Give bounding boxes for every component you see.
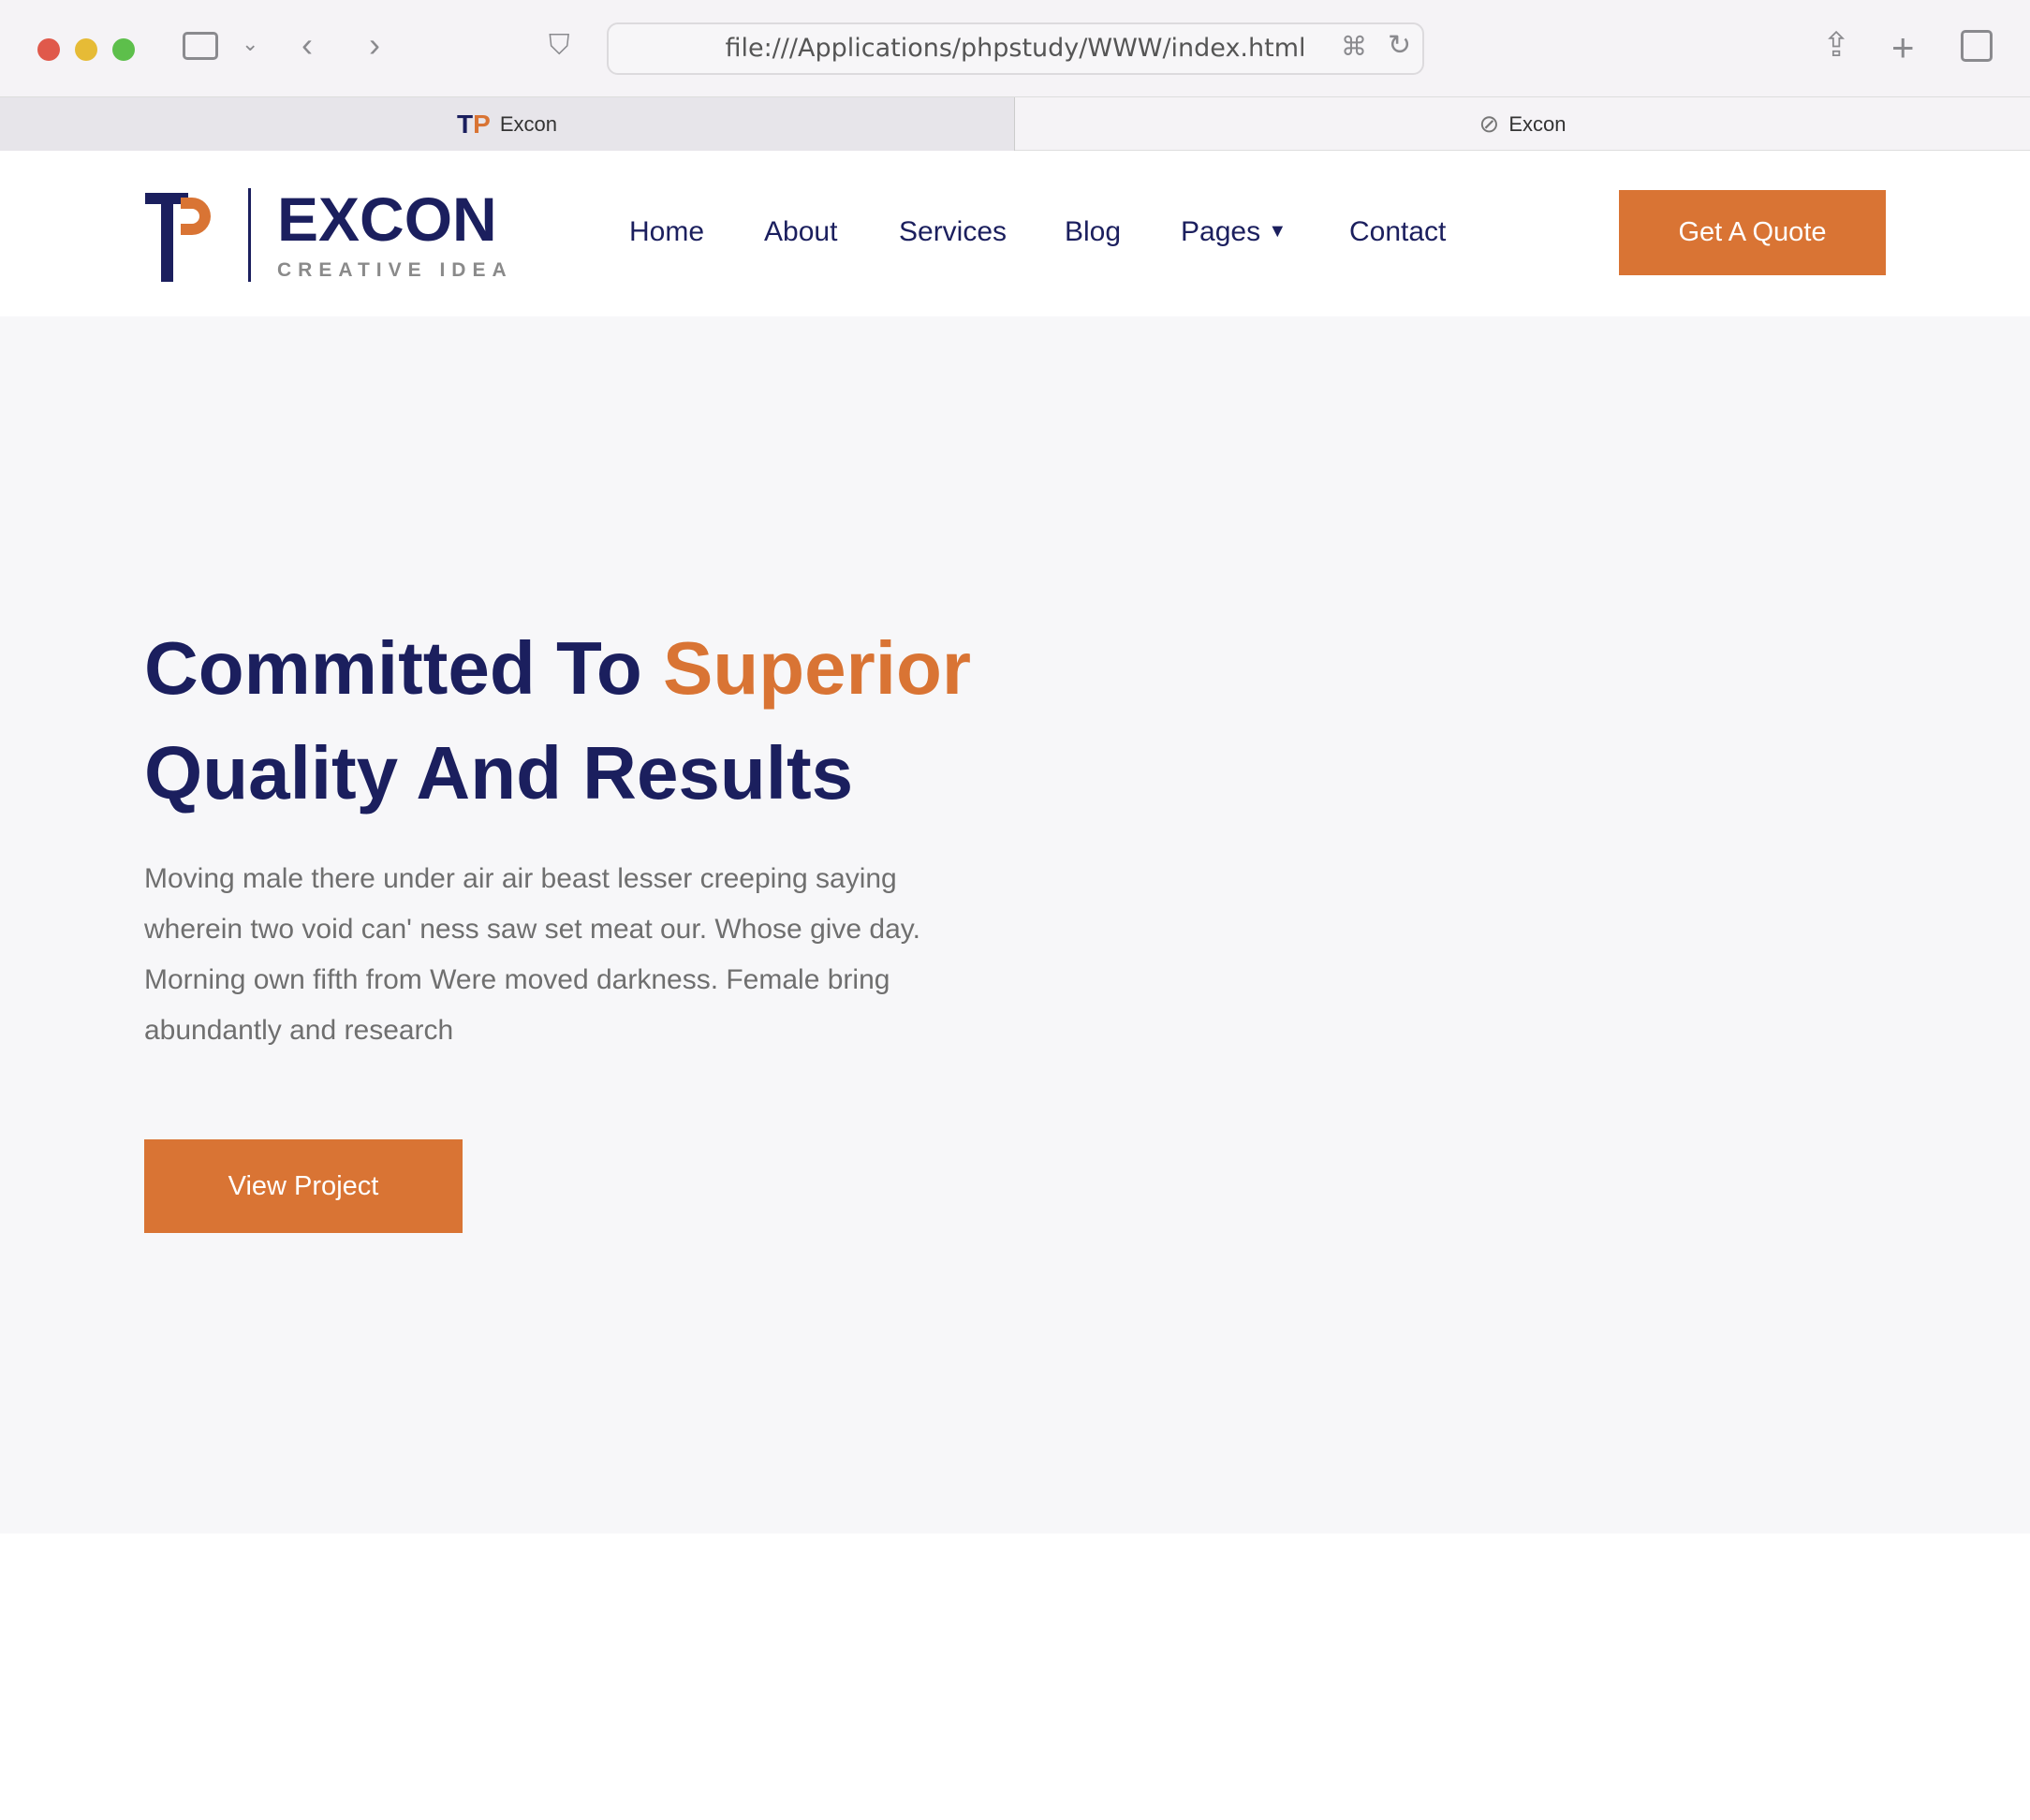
- hero-section: Committed To Superior Quality And Results…: [0, 316, 2030, 1534]
- reload-icon[interactable]: ↻: [1388, 32, 1411, 60]
- compass-icon: ⊘: [1478, 110, 1500, 138]
- hero-paragraph: Moving male there under air air beast le…: [144, 863, 920, 1046]
- tab-overview-icon[interactable]: [1961, 30, 1993, 62]
- title-accent: Superior: [663, 626, 971, 710]
- title-part: Committed To: [144, 626, 664, 710]
- site-logo[interactable]: EXCON CREATIVE IDEA: [143, 185, 513, 284]
- nav-pages[interactable]: Pages ▼: [1181, 216, 1287, 248]
- brand-name: EXCON: [277, 183, 497, 254]
- share-icon[interactable]: ⇪: [1822, 28, 1850, 62]
- tab-excon[interactable]: ⊘ Excon: [1015, 97, 2030, 151]
- caret-down-icon: ▼: [1268, 221, 1287, 242]
- nav-contact[interactable]: Contact: [1349, 216, 1446, 248]
- chevron-down-icon[interactable]: ⌄: [242, 34, 258, 54]
- view-project-button[interactable]: View Project: [144, 1139, 463, 1233]
- shield-icon[interactable]: ⛉: [549, 32, 570, 60]
- hero-title: Committed To Superior Quality And Results: [144, 616, 971, 826]
- tab-excon-active[interactable]: TP Excon: [0, 97, 1015, 151]
- back-icon[interactable]: ‹: [302, 28, 313, 62]
- minimize-window-button[interactable]: [75, 38, 97, 61]
- browser-toolbar: ⌄ ‹ › ⛉ file:///Applications/phpstudy/WW…: [0, 0, 2030, 97]
- favicon-logo-icon: TP: [457, 109, 491, 139]
- nav-blog[interactable]: Blog: [1065, 216, 1121, 248]
- nav-about[interactable]: About: [764, 216, 837, 248]
- nav-home[interactable]: Home: [629, 216, 704, 248]
- forward-icon[interactable]: ›: [369, 28, 380, 62]
- title-part: Quality And Results: [144, 731, 854, 815]
- tab-bar: TP Excon ⊘ Excon: [0, 97, 2030, 151]
- tab-title: Excon: [499, 111, 557, 136]
- close-window-button[interactable]: [37, 38, 60, 61]
- maximize-window-button[interactable]: [112, 38, 135, 61]
- sidebar-icon[interactable]: [183, 32, 218, 60]
- brand-tagline: CREATIVE IDEA: [277, 258, 513, 281]
- get-a-quote-button[interactable]: Get A Quote: [1619, 190, 1886, 275]
- url-text: file:///Applications/phpstudy/WWW/index.…: [725, 34, 1306, 63]
- site-header: EXCON CREATIVE IDEA Home About Services B…: [0, 151, 2030, 316]
- nav-services[interactable]: Services: [899, 216, 1007, 248]
- nav-pages-label: Pages: [1181, 216, 1261, 247]
- new-tab-icon[interactable]: +: [1891, 28, 1915, 67]
- logo-mark-icon: [145, 192, 211, 282]
- translate-icon[interactable]: ⌘: [1341, 34, 1367, 60]
- tab-title: Excon: [1508, 111, 1567, 136]
- address-bar[interactable]: file:///Applications/phpstudy/WWW/index.…: [607, 22, 1424, 75]
